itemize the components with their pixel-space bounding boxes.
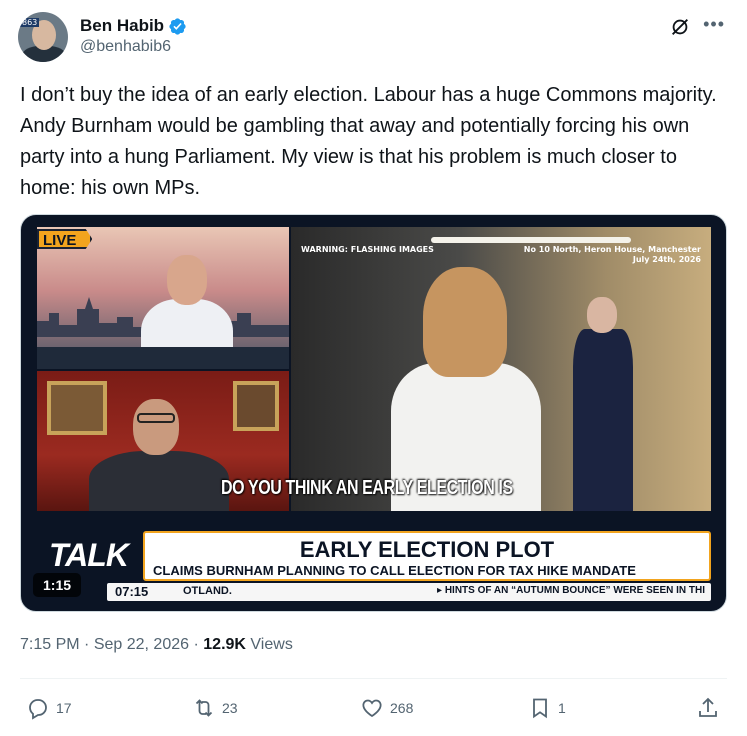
live-badge: LIVE bbox=[37, 229, 93, 249]
location-date: July 24th, 2026 bbox=[632, 255, 701, 264]
share-button[interactable] bbox=[696, 696, 720, 720]
author-name[interactable]: Ben Habib bbox=[80, 16, 164, 36]
ticker-right-text: ▸ HINTS OF AN “AUTUMN BOUNCE” WERE SEEN … bbox=[437, 585, 705, 596]
verified-badge-icon bbox=[169, 17, 186, 35]
guest-glasses bbox=[137, 413, 175, 423]
author-name-row: Ben Habib bbox=[80, 16, 187, 36]
video-subtitle: DO YOU THINK AN EARLY ELECTION IS bbox=[221, 477, 513, 499]
man-head bbox=[587, 297, 617, 333]
views-count: 12.9K bbox=[203, 636, 246, 653]
meta-separator: · bbox=[193, 636, 199, 653]
location-caption: No 10 North, Heron House, Manchester Jul… bbox=[511, 245, 701, 265]
tweet-text: I don’t buy the idea of an early electio… bbox=[20, 84, 717, 199]
reply-count: 17 bbox=[56, 700, 72, 716]
ticker-left-text: OTLAND. bbox=[183, 585, 232, 597]
avatar[interactable]: 863 bbox=[18, 12, 68, 62]
tweet-time[interactable]: 7:15 PM bbox=[20, 636, 80, 653]
tweet-date[interactable]: Sep 22, 2026 bbox=[94, 636, 189, 653]
channel-logo: TALK bbox=[49, 537, 129, 573]
repost-count: 23 bbox=[222, 700, 238, 716]
news-ticker: 07:15 OTLAND. ▸ HINTS OF AN “AUTUMN BOUN… bbox=[107, 583, 711, 601]
corridor-footage: WARNING: FLASHING IMAGES No 10 North, He… bbox=[291, 227, 711, 511]
guest-body bbox=[89, 451, 229, 511]
author-handle[interactable]: @benhabib6 bbox=[80, 38, 171, 56]
tweet-meta: 7:15 PM · Sep 22, 2026 · 12.9K Views bbox=[20, 636, 293, 654]
video-duration: 1:15 bbox=[33, 573, 82, 597]
wall-painting bbox=[47, 381, 107, 435]
like-count: 268 bbox=[390, 700, 414, 716]
bookmark-button[interactable]: 1 bbox=[528, 696, 566, 720]
video-player[interactable]: LIVE WARNING: FLASHING IMAGES No 10 Nort… bbox=[20, 214, 727, 612]
woman-figure bbox=[391, 267, 541, 511]
grok-icon[interactable] bbox=[669, 16, 691, 38]
repost-icon bbox=[195, 699, 213, 717]
headline-box: EARLY ELECTION PLOT CLAIMS BURNHAM PLANN… bbox=[143, 531, 711, 581]
guest-face bbox=[133, 399, 179, 455]
action-bar: 17 23 268 1 bbox=[20, 690, 727, 726]
divider bbox=[20, 678, 727, 679]
bookmark-icon bbox=[533, 698, 547, 719]
dark-suit bbox=[573, 329, 633, 511]
studio-desk bbox=[37, 347, 289, 369]
reply-button[interactable]: 17 bbox=[26, 696, 72, 720]
like-button[interactable]: 268 bbox=[360, 696, 413, 720]
views-label: Views bbox=[250, 636, 293, 653]
ticker-time: 07:15 bbox=[115, 584, 149, 599]
location-line: No 10 North, Heron House, Manchester bbox=[523, 245, 701, 254]
blonde-hair bbox=[423, 267, 507, 377]
flashing-warning: WARNING: FLASHING IMAGES bbox=[301, 245, 434, 254]
presenter-face bbox=[167, 255, 207, 305]
news-headline: EARLY ELECTION PLOT bbox=[299, 537, 555, 562]
heart-icon bbox=[362, 699, 382, 718]
reply-icon bbox=[29, 699, 47, 720]
wall-painting bbox=[233, 381, 279, 431]
ceiling-light bbox=[431, 237, 631, 243]
share-icon bbox=[699, 697, 717, 717]
man-figure bbox=[573, 297, 633, 511]
meta-separator: · bbox=[84, 636, 90, 653]
news-lower-third: TALK EARLY ELECTION PLOT CLAIMS BURNHAM … bbox=[37, 525, 711, 601]
avatar-badge: 863 bbox=[20, 18, 40, 27]
repost-button[interactable]: 23 bbox=[192, 696, 238, 720]
more-options-icon[interactable]: ••• bbox=[703, 14, 725, 35]
tweet-header: 863 Ben Habib @benhabib6 ••• bbox=[18, 10, 729, 62]
news-subheadline: CLAIMS BURNHAM PLANNING TO CALL ELECTION… bbox=[153, 563, 636, 578]
bookmark-count: 1 bbox=[558, 700, 566, 716]
